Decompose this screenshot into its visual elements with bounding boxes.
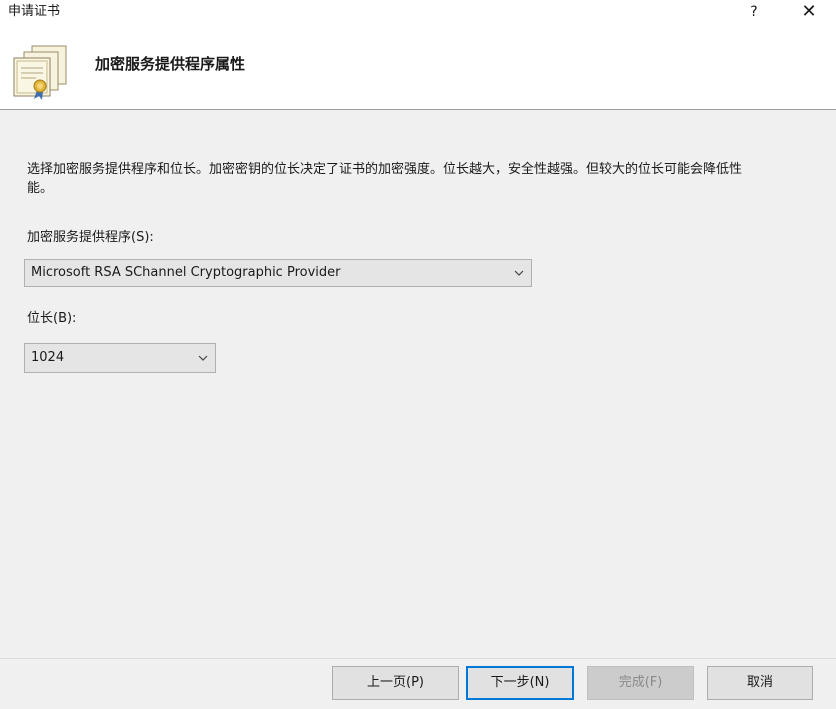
- csp-select[interactable]: Microsoft RSA SChannel Cryptographic Pro…: [24, 259, 532, 287]
- keylen-select-value: 1024: [31, 350, 65, 365]
- next-button[interactable]: 下一步(N): [466, 666, 574, 700]
- chevron-down-icon: [198, 355, 208, 361]
- cancel-button[interactable]: 取消: [707, 666, 813, 700]
- keylen-label: 位长(B):: [27, 311, 77, 326]
- chevron-down-icon: [514, 270, 524, 276]
- csp-select-value: Microsoft RSA SChannel Cryptographic Pro…: [31, 265, 341, 280]
- title-bar: 申请证书 ? ✕: [0, 0, 836, 28]
- page-title: 加密服务提供程序属性: [95, 55, 246, 73]
- description-text: 选择加密服务提供程序和位长。加密密钥的位长决定了证书的加密强度。位长越大，安全性…: [27, 162, 743, 196]
- certificate-icon: [13, 45, 67, 100]
- close-button[interactable]: ✕: [794, 0, 824, 26]
- back-button[interactable]: 上一页(P): [332, 666, 459, 700]
- finish-button[interactable]: 完成(F): [587, 666, 694, 700]
- window-title: 申请证书: [8, 4, 61, 19]
- wizard-header: 加密服务提供程序属性: [0, 28, 836, 110]
- csp-label: 加密服务提供程序(S):: [27, 230, 154, 245]
- keylen-select[interactable]: 1024: [24, 343, 216, 373]
- help-button[interactable]: ?: [739, 0, 769, 26]
